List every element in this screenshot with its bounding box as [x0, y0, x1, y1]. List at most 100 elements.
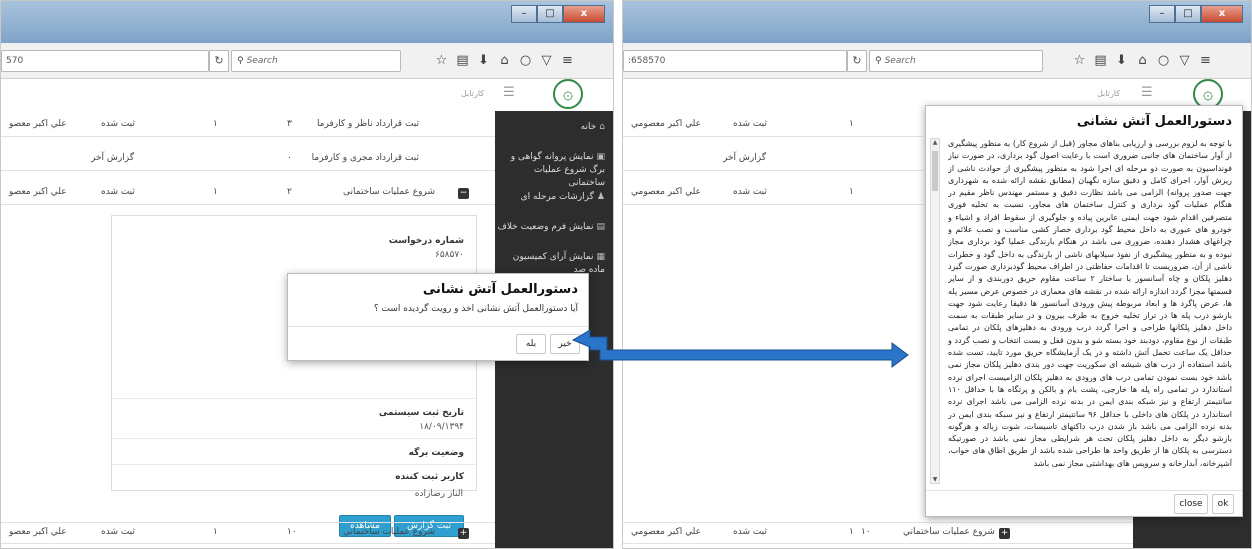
- sidebar-item-home[interactable]: خانه ⌂: [581, 121, 605, 134]
- row-number: ۲: [287, 187, 292, 197]
- maximize-button[interactable]: □: [1175, 5, 1201, 23]
- bookmark-star-icon[interactable]: ☆: [431, 51, 452, 71]
- table-row[interactable]: + شروع عملیات ساختمانی ۱۰ ۱ ثبت شده علي …: [1, 522, 495, 544]
- expand-icon[interactable]: +: [458, 528, 469, 539]
- table-row[interactable]: گزارش آخر: [623, 149, 923, 171]
- menu-icon[interactable]: ≡: [557, 51, 578, 71]
- system-date-value: ۱۸/۰۹/۱۳۹۴: [419, 422, 464, 432]
- reload-icon[interactable]: ↻: [209, 50, 229, 72]
- menu-icon[interactable]: ≡: [1195, 51, 1216, 71]
- row-status: ثبت شده: [733, 119, 767, 129]
- certificate-icon: ▣: [596, 152, 605, 162]
- sidebar-item-label: نمایش پروانه گواهی و: [510, 152, 594, 162]
- window-titlebar: – □ x: [1, 1, 613, 43]
- bookmark-star-icon[interactable]: ☆: [1069, 51, 1090, 71]
- no-button[interactable]: خیر: [550, 334, 580, 354]
- table-row[interactable]: ثبت قرارداد مجری و کارفرما ۰ گزارش آخر: [1, 149, 495, 171]
- hamburger-icon[interactable]: ☰: [1141, 85, 1153, 100]
- browser-toolbar: 570 ↻ ⚲ Search ☆ ▤ ⬇ ⌂ ○ ▽ ≡: [1, 43, 613, 79]
- url-bar[interactable]: 570: [1, 50, 209, 72]
- table-row[interactable]: ثبت قرارداد ناظر و کارفرما ۳ ۱ ثبت شده ع…: [1, 115, 495, 137]
- expand-icon[interactable]: +: [999, 528, 1010, 539]
- close-button[interactable]: close: [1174, 494, 1208, 514]
- search-input[interactable]: ⚲ Search: [869, 50, 1043, 72]
- row-status: گزارش آخر: [723, 153, 766, 163]
- row-user: علي اكبر معصومي: [631, 527, 701, 537]
- search-placeholder: Search: [246, 56, 278, 66]
- maximize-button[interactable]: □: [537, 5, 563, 23]
- request-number-label: شماره درخواست: [388, 236, 464, 246]
- reload-icon[interactable]: ↻: [847, 50, 867, 72]
- ok-button[interactable]: ok: [1212, 494, 1234, 514]
- reports-icon: ♟: [596, 192, 605, 202]
- toolbar-icons: ☆ ▤ ⬇ ⌂ ○ ▽ ≡: [431, 51, 578, 71]
- dialog-divider: [926, 490, 1242, 491]
- sidebar-item-reports[interactable]: گزارشات مرحله ای ♟: [521, 191, 605, 204]
- sidebar-item-certificate[interactable]: نمایش پروانه گواهی و ▣ برگ شروع عملیات ساخ…: [495, 151, 605, 190]
- sidebar-item-label: نمایش فرم وضعیت خلاف: [497, 222, 594, 232]
- chat-icon[interactable]: ○: [515, 51, 536, 71]
- app-name: کارتابل: [461, 89, 485, 98]
- toolbar-icons: ☆ ▤ ⬇ ⌂ ○ ▽ ≡: [1069, 51, 1216, 71]
- dialog-divider: [288, 326, 588, 327]
- collapse-icon[interactable]: −: [458, 188, 469, 199]
- close-window-button[interactable]: x: [1201, 5, 1243, 23]
- row-status: ثبت شده: [101, 527, 135, 537]
- download-icon[interactable]: ⬇: [473, 51, 494, 71]
- row-status: ثبت شده: [733, 187, 767, 197]
- municipality-logo: ۞: [553, 79, 583, 109]
- home-icon[interactable]: ⌂: [494, 51, 515, 71]
- table-row[interactable]: ۱ ثبت شده علي اكبر معصومي: [623, 115, 923, 137]
- app-name: کارتابل: [1097, 89, 1121, 98]
- pocket-icon[interactable]: ▽: [536, 51, 557, 71]
- search-input[interactable]: ⚲ Search: [231, 50, 401, 72]
- download-icon[interactable]: ⬇: [1111, 51, 1132, 71]
- pocket-icon[interactable]: ▽: [1174, 51, 1195, 71]
- row-number: ۱۰: [861, 527, 871, 537]
- row-number: ۳: [287, 119, 292, 129]
- registrar-label: کاربر ثبت کننده: [395, 472, 464, 482]
- hamburger-icon[interactable]: ☰: [503, 85, 515, 100]
- reading-list-icon[interactable]: ▤: [1090, 51, 1111, 71]
- scroll-down-icon[interactable]: ▼: [931, 476, 939, 483]
- dialog-title: دستورالعمل آتش نشانی: [422, 282, 578, 297]
- yes-button[interactable]: بله: [516, 334, 546, 354]
- page-content: کارتابل ☰ ۞ ۱ ثبت شده علي اكبر معصومي گز…: [623, 79, 1251, 548]
- row-count: ۱: [213, 187, 218, 197]
- minimize-button[interactable]: –: [511, 5, 537, 23]
- browser-toolbar: :658570 ↻ ⚲ Search ☆ ▤ ⬇ ⌂ ○ ▽ ≡: [623, 43, 1251, 79]
- row-number: ۰: [287, 153, 292, 163]
- table-row[interactable]: + شروع عمليات ساختماني ۱۰ ۱ ثبت شده علي …: [623, 522, 1133, 544]
- sidebar-item-label: نمایش آرای کمیسیون: [512, 252, 594, 262]
- dialog-message: آیا دستورالعمل آتش نشانی اخذ و رویت گردی…: [373, 304, 578, 314]
- home-icon[interactable]: ⌂: [1132, 51, 1153, 71]
- divider: [112, 398, 476, 399]
- row-user: علي اكبر معصو: [9, 527, 67, 537]
- table-row[interactable]: − شروع عملیات ساختمانی ۲ ۱ ثبت شده علي ا…: [1, 183, 495, 205]
- sidebar-item-violation-form[interactable]: نمایش فرم وضعیت خلاف ▤: [497, 221, 605, 234]
- close-window-button[interactable]: x: [563, 5, 605, 23]
- home-icon: ⌂: [599, 122, 605, 132]
- row-status: ثبت شده: [101, 187, 135, 197]
- chat-icon[interactable]: ○: [1153, 51, 1174, 71]
- reading-list-icon[interactable]: ▤: [452, 51, 473, 71]
- screenshot-instruction-dialog: – □ x :658570 ↻ ⚲ Search ☆ ▤ ⬇ ⌂ ○ ▽ ≡ کا…: [622, 0, 1252, 549]
- instruction-scrollbar[interactable]: ▲ ▼: [930, 138, 940, 484]
- row-title: ثبت قرارداد مجری و کارفرما: [311, 153, 419, 163]
- dialog-title: دستورالعمل آتش نشانی: [1076, 114, 1232, 129]
- row-status: گزارش آخر: [91, 153, 134, 163]
- violation-form-icon: ▤: [596, 222, 605, 232]
- row-count: ۱: [213, 527, 218, 537]
- url-bar[interactable]: :658570: [623, 50, 847, 72]
- minimize-button[interactable]: –: [1149, 5, 1175, 23]
- row-user: علي اكبر معصو: [9, 187, 67, 197]
- scrollbar-thumb[interactable]: [932, 151, 938, 191]
- instruction-text: با توجه به لزوم بررسی و ارزیابی بناهای م…: [948, 139, 1232, 468]
- search-placeholder: Search: [884, 56, 916, 66]
- row-title: شروع عملیات ساختمانی: [343, 527, 435, 537]
- table-row[interactable]: ۱ ثبت شده علي اكبر معصومي: [623, 183, 923, 205]
- scroll-up-icon[interactable]: ▲: [931, 139, 939, 146]
- divider: [112, 464, 476, 465]
- row-user: علي اكبر معصو: [9, 119, 67, 129]
- row-count: ۱: [849, 527, 854, 537]
